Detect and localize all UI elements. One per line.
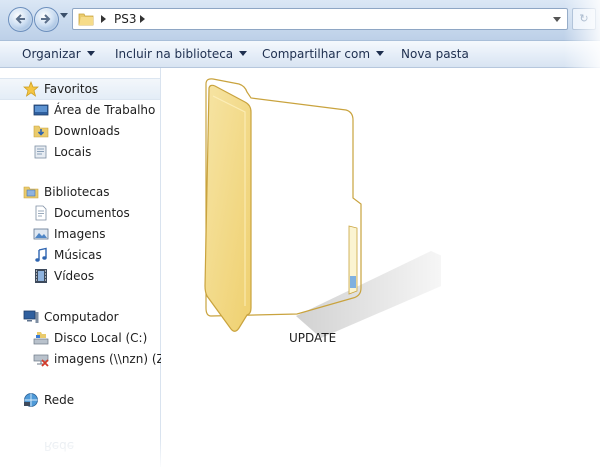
chevron-down-icon	[86, 51, 95, 56]
sidebar-item-favorites[interactable]: Favoritos	[0, 78, 160, 100]
share-label: Compartilhar com	[262, 47, 371, 61]
sidebar-item-downloads[interactable]: Downloads	[0, 121, 160, 141]
navigation-pane: Favoritos Área de Trabalho Downloads Loc…	[0, 68, 173, 467]
folder-icon	[204, 78, 441, 338]
star-icon	[23, 81, 39, 97]
address-dropdown-icon[interactable]	[553, 17, 561, 22]
sidebar-item-label: Área de Trabalho	[54, 103, 156, 117]
refresh-icon: ↻	[579, 12, 589, 25]
desktop-icon	[33, 104, 49, 116]
downloads-folder-icon	[33, 125, 49, 138]
recent-places-icon	[34, 145, 47, 159]
include-library-menu[interactable]: Incluir na biblioteca	[115, 47, 248, 61]
chevron-down-icon	[239, 51, 248, 56]
share-menu[interactable]: Compartilhar com	[262, 47, 385, 61]
arrow-left-icon	[15, 14, 25, 24]
include-library-label: Incluir na biblioteca	[115, 47, 234, 61]
sidebar-item-network[interactable]: Rede	[0, 390, 160, 410]
sidebar-item-label: Locais	[54, 145, 92, 159]
sidebar-item-local-disk[interactable]: Disco Local (C:)	[0, 328, 160, 348]
breadcrumb-separator[interactable]	[101, 15, 106, 23]
sidebar-item-label: Imagens	[54, 227, 106, 241]
sidebar-item-label: Disco Local (C:)	[54, 331, 148, 345]
libraries-icon	[23, 186, 39, 199]
sidebar-item-label: Vídeos	[54, 269, 95, 283]
documents-icon	[35, 205, 47, 221]
sidebar-item-desktop[interactable]: Área de Trabalho	[0, 100, 160, 120]
sidebar-item-label: Downloads	[54, 124, 120, 138]
hard-drive-icon	[33, 332, 49, 345]
breadcrumb-separator[interactable]	[140, 15, 145, 23]
breadcrumb-ps3[interactable]: PS3	[114, 12, 137, 26]
back-button[interactable]	[8, 7, 33, 32]
sidebar-item-label: Favoritos	[44, 82, 99, 96]
organize-menu[interactable]: Organizar	[22, 47, 95, 61]
film-icon	[35, 269, 47, 283]
sidebar-item-music[interactable]: Músicas	[0, 245, 160, 265]
address-bar[interactable]: PS3	[72, 8, 568, 30]
images-icon	[33, 228, 49, 240]
sidebar-item-computer[interactable]: Computador	[0, 307, 160, 327]
sidebar-item-videos[interactable]: Vídeos	[0, 266, 160, 286]
network-label-reflection: Rede	[44, 439, 75, 453]
sidebar-item-label: Músicas	[54, 248, 102, 262]
sidebar-item-label: imagens (\\nzn) (Z:)	[54, 352, 174, 366]
sidebar-item-libraries[interactable]: Bibliotecas	[0, 182, 160, 202]
sidebar-item-label: Bibliotecas	[44, 185, 110, 199]
command-bar: Organizar Incluir na biblioteca Comparti…	[0, 41, 600, 68]
sidebar-item-label: Rede	[44, 393, 75, 407]
network-icon	[24, 393, 38, 407]
forward-button[interactable]	[34, 7, 59, 32]
chevron-down-icon	[376, 51, 385, 56]
computer-icon	[23, 310, 39, 323]
sidebar-item-label: Computador	[44, 310, 119, 324]
sidebar-item-label: Documentos	[54, 206, 130, 220]
music-note-icon	[35, 247, 47, 262]
recent-pages-dropdown[interactable]	[60, 13, 68, 18]
folder-name-label: UPDATE	[289, 331, 337, 345]
folder-icon	[78, 13, 94, 26]
organize-label: Organizar	[22, 47, 81, 61]
sidebar-item-documents[interactable]: Documentos	[0, 203, 160, 223]
refresh-button[interactable]: ↻	[572, 8, 596, 30]
sidebar-item-images[interactable]: Imagens	[0, 224, 160, 244]
sidebar-item-network-drive[interactable]: imagens (\\nzn) (Z:)	[0, 349, 173, 369]
arrow-right-icon	[41, 14, 51, 24]
disconnected-network-drive-icon	[33, 354, 49, 367]
new-folder-label: Nova pasta	[401, 47, 469, 61]
new-folder-button[interactable]: Nova pasta	[401, 47, 469, 61]
sidebar-item-places[interactable]: Locais	[0, 142, 160, 162]
file-list: UPDATE	[161, 68, 600, 467]
navigation-bar: PS3 ↻	[0, 0, 600, 41]
